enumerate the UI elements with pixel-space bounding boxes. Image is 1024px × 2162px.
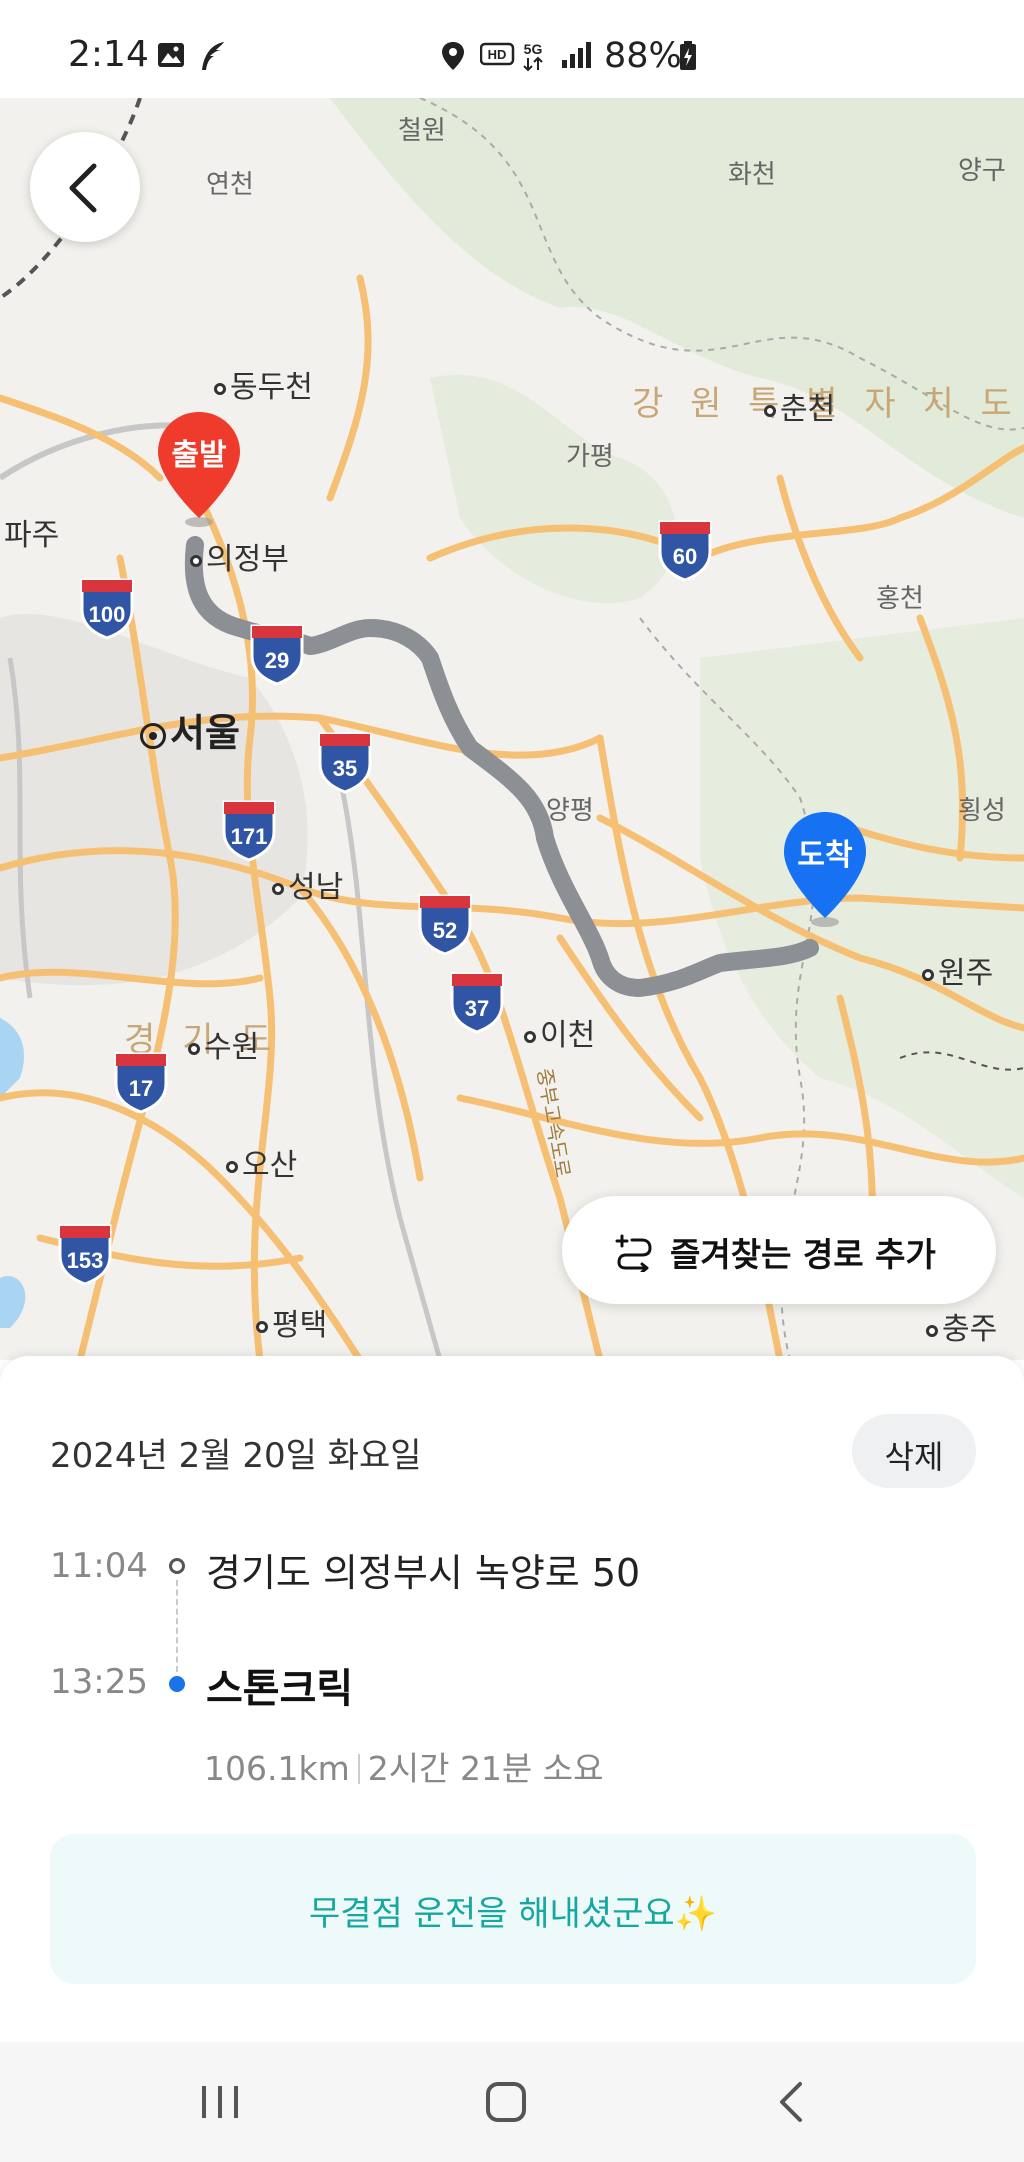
trip-duration: 2시간 21분 소요 <box>367 1749 604 1788</box>
hd-icon: HD <box>480 42 515 66</box>
label-uijeongbu: 의정부 <box>190 534 289 578</box>
system-nav-bar <box>0 2042 1024 2162</box>
location-icon <box>442 42 464 70</box>
end-point-icon <box>169 1676 185 1692</box>
label-icheon: 이천 <box>524 1010 595 1054</box>
highway-shield-icon: 37 <box>448 970 506 1034</box>
highway-shield-icon: 17 <box>112 1050 170 1114</box>
trip-detail-sheet: 2024년 2월 20일 화요일 삭제 11:04 경기도 의정부시 녹양로 5… <box>0 1356 1024 2042</box>
svg-text:5G: 5G <box>524 41 543 57</box>
label-cheorwon: 철원 <box>398 116 446 146</box>
battery-percent: 88% <box>604 36 682 76</box>
add-favorite-route-button[interactable]: 즐겨찾는 경로 추가 <box>562 1196 996 1304</box>
trip-distance: 106.1km <box>204 1749 350 1788</box>
label-yeoncheon: 연천 <box>206 170 254 200</box>
place-dot <box>524 1030 536 1043</box>
home-icon[interactable] <box>466 2072 546 2132</box>
label-seoul: 서울 <box>140 702 240 757</box>
place-dot <box>764 404 776 417</box>
destination-name: 스톤크릭 <box>206 1666 354 1712</box>
place-dot <box>272 882 284 895</box>
label-hoengseong: 횡성 <box>958 796 1006 826</box>
stat-divider <box>357 1754 360 1784</box>
back-icon[interactable] <box>752 2072 832 2132</box>
route-add-icon <box>615 1234 652 1272</box>
highway-shield-icon: 153 <box>56 1222 114 1286</box>
highway-shield-icon: 35 <box>316 730 374 794</box>
start-pin[interactable]: 출발 <box>154 410 244 530</box>
back-button[interactable] <box>30 132 140 242</box>
add-favorite-route-label: 즐겨찾는 경로 추가 <box>670 1235 936 1274</box>
recent-apps-icon[interactable] <box>180 2072 260 2132</box>
label-pyeongtaek: 평택 <box>256 1300 327 1344</box>
label-dongducheon: 동두천 <box>214 362 313 406</box>
start-point-icon <box>169 1558 185 1574</box>
status-time: 2:14 <box>68 34 149 75</box>
congrats-banner: 무결점 운전을 해내셨군요✨ <box>50 1834 976 1984</box>
highway-shield-icon: 52 <box>416 892 474 956</box>
congrats-message: 무결점 운전을 해내셨군요✨ <box>308 1894 718 1934</box>
label-chungju: 충주 <box>926 1304 997 1348</box>
label-yangpyeong: 양평 <box>546 796 594 826</box>
label-wonju: 원주 <box>922 948 993 992</box>
svg-text:HD: HD <box>488 47 507 62</box>
label-gapyeong: 가평 <box>566 442 614 472</box>
signal-icon <box>562 42 591 68</box>
highway-shield-icon: 60 <box>656 518 714 582</box>
end-time: 13:25 <box>50 1662 148 1702</box>
map-view[interactable]: 철원 연천 화천 양구 동두천 강 원 특 별 자 치 도 춘천 가평 파주 의… <box>0 98 1024 1360</box>
label-hwacheon: 화천 <box>728 160 776 190</box>
place-dot <box>926 1324 938 1337</box>
chevron-left-icon <box>69 163 97 213</box>
battery-icon <box>680 41 696 70</box>
route-connector <box>176 1580 178 1672</box>
label-seongnam: 성남 <box>272 862 343 906</box>
start-address: 경기도 의정부시 녹양로 50 <box>206 1551 641 1595</box>
feather-icon <box>202 42 224 70</box>
trip-date: 2024년 2월 20일 화요일 <box>50 1436 422 1476</box>
label-paju: 파주 <box>4 518 60 553</box>
5g-icon: 5G <box>523 41 543 72</box>
label-yanggu: 양구 <box>958 156 1006 186</box>
place-dot <box>190 554 202 567</box>
label-chuncheon: 춘천 <box>764 384 835 428</box>
label-hongcheon: 홍천 <box>876 584 924 614</box>
delete-button[interactable]: 삭제 <box>852 1414 976 1488</box>
highway-shield-icon: 29 <box>248 622 306 686</box>
place-dot <box>922 968 934 981</box>
screen: 2:14 HD 5G 88% 철원 연천 화천 양구 동두천 강 원 특 별 자… <box>0 0 1024 2162</box>
place-dot <box>188 1042 200 1055</box>
place-dot <box>214 382 226 395</box>
status-bar: 2:14 HD 5G 88% <box>0 0 1024 98</box>
label-osan: 오산 <box>226 1140 297 1184</box>
trip-stats: 106.1km 2시간 21분 소요 <box>204 1742 604 1790</box>
start-time: 11:04 <box>50 1546 148 1586</box>
label-suwon: 수원 <box>188 1022 259 1066</box>
highway-shield-icon: 100 <box>78 576 136 640</box>
place-dot <box>226 1160 238 1173</box>
delete-label: 삭제 <box>884 1438 944 1476</box>
destination-pin[interactable]: 도착 <box>780 810 870 930</box>
gallery-icon <box>158 43 184 67</box>
highway-shield-icon: 171 <box>220 798 278 862</box>
place-dot <box>256 1320 268 1333</box>
